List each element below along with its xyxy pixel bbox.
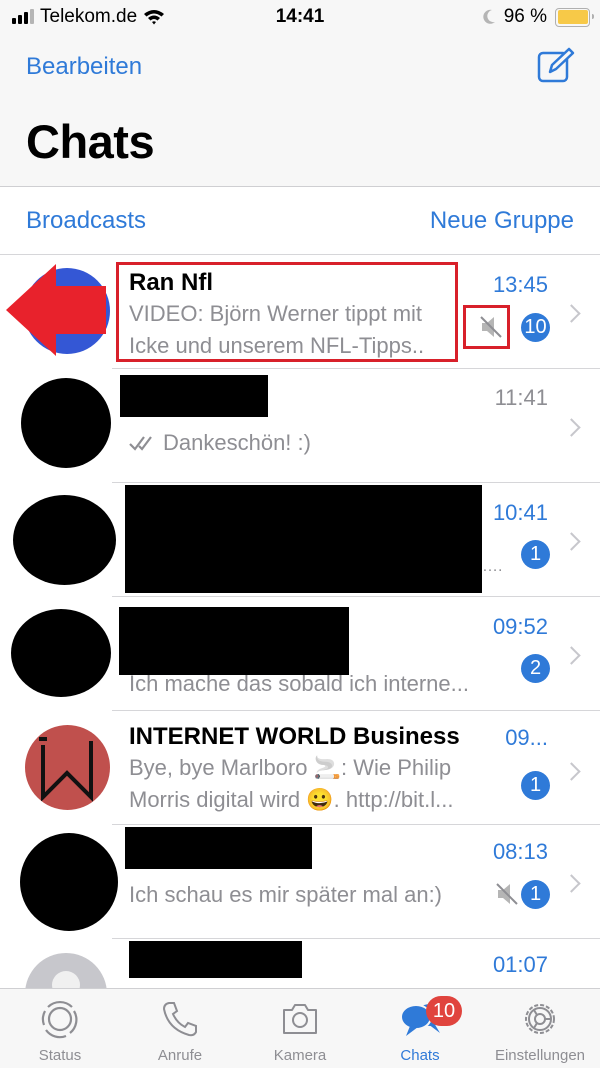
chat-preview: …. — [482, 558, 503, 575]
chat-time: 01:07 — [492, 952, 548, 977]
chat-row[interactable]: 09:52 Ich mache das sobald ich interne..… — [0, 597, 600, 711]
redacted-name — [119, 607, 349, 675]
settings-icon — [525, 1004, 555, 1034]
edit-button[interactable]: Bearbeiten — [26, 53, 142, 81]
tab-label: Chats — [400, 1047, 440, 1064]
tab-label: Kamera — [273, 1047, 327, 1064]
chat-preview: Dankeschön! :) — [129, 427, 311, 459]
internet-world-logo — [39, 737, 93, 802]
redacted-name — [125, 827, 312, 869]
chat-time: 09... — [505, 725, 548, 750]
status-bar: Telekom.de 14:41 96 % — [0, 0, 600, 36]
chat-time: 13:45 — [492, 272, 548, 297]
chat-time: 11:41 — [494, 385, 548, 410]
moon-icon — [483, 9, 495, 24]
camera-icon — [283, 1004, 317, 1034]
chat-row[interactable]: 08:13 Ich schau es mir später mal an:) 1 — [0, 825, 600, 939]
phone-icon — [162, 1002, 197, 1037]
tab-label: Einstellungen — [494, 1047, 586, 1064]
chevron-right-icon — [562, 646, 581, 665]
tab-label: Status — [38, 1047, 82, 1064]
chat-preview: VIDEO: Björn Werner tippt mit — [129, 301, 423, 326]
chat-preview: Bye, bye Marlboro 🚬: Wie Philip — [129, 755, 452, 780]
chat-preview: Morris digital wird 😀. http://bit.l... — [129, 787, 454, 812]
chevron-right-icon — [562, 762, 581, 781]
avatar — [20, 833, 118, 931]
chevron-right-icon — [562, 874, 581, 893]
tab-camera[interactable]: Kamera — [240, 989, 360, 1068]
tab-bar: Status Anrufe Kamera 10 Chats Einstellun… — [0, 988, 600, 1068]
chat-name: INTERNET WORLD Business — [129, 723, 460, 750]
new-group-button[interactable]: Neue Gruppe — [430, 207, 574, 235]
chat-row[interactable]: Ran Nfl 13:45 VIDEO: Björn Werner tippt … — [0, 255, 600, 369]
avatar — [11, 609, 111, 697]
battery-icon — [555, 7, 594, 27]
chat-preview: Ich mache das sobald ich interne... — [129, 671, 469, 696]
chat-preview: Ich schau es mir später mal an:) — [129, 882, 443, 907]
status-icon — [41, 1000, 78, 1039]
tab-label: Anrufe — [157, 1047, 203, 1064]
chat-time: 09:52 — [492, 614, 548, 639]
chat-row[interactable]: 10:41 …. 1 — [0, 483, 600, 597]
list-actions: Broadcasts Neue Gruppe — [0, 187, 600, 255]
unread-badge: 1 — [521, 771, 550, 800]
chats-tab-badge: 10 — [426, 996, 462, 1026]
unread-badge: 10 — [521, 313, 550, 342]
unread-badge: 1 — [521, 880, 550, 909]
compose-button[interactable] — [536, 46, 576, 86]
avatar — [24, 268, 110, 354]
chevron-right-icon — [562, 532, 581, 551]
unread-badge: 2 — [521, 654, 550, 683]
mute-icon — [480, 316, 502, 338]
nav-bar: Bearbeiten Chats — [0, 36, 600, 187]
unread-badge: 1 — [521, 540, 550, 569]
page-title: Chats — [26, 115, 155, 168]
chat-name: Ran Nfl — [129, 269, 213, 296]
redacted-name — [125, 485, 482, 593]
compose-icon — [537, 47, 575, 83]
chat-time: 10:41 — [492, 500, 548, 525]
broadcasts-button[interactable]: Broadcasts — [26, 207, 146, 235]
mute-icon — [496, 883, 518, 905]
chat-row[interactable]: INTERNET WORLD Business 09... Bye, bye M… — [0, 711, 600, 825]
avatar — [21, 378, 111, 468]
tab-chats[interactable]: 10 Chats — [360, 989, 480, 1068]
chat-row[interactable]: 11:41 Dankeschön! :) — [0, 369, 600, 483]
redacted-name — [129, 941, 302, 978]
chevron-right-icon — [562, 418, 581, 437]
battery-percent: 96 % — [503, 6, 547, 27]
avatar — [25, 725, 110, 810]
chat-preview: Icke und unserem NFL-Tipps.. — [129, 333, 425, 358]
tab-calls[interactable]: Anrufe — [120, 989, 240, 1068]
chevron-right-icon — [562, 304, 581, 323]
tab-settings[interactable]: Einstellungen — [480, 989, 600, 1068]
avatar — [13, 495, 116, 585]
redacted-name — [120, 375, 268, 417]
double-check-icon — [129, 436, 152, 451]
chat-time: 08:13 — [492, 839, 548, 864]
tab-status[interactable]: Status — [0, 989, 120, 1068]
